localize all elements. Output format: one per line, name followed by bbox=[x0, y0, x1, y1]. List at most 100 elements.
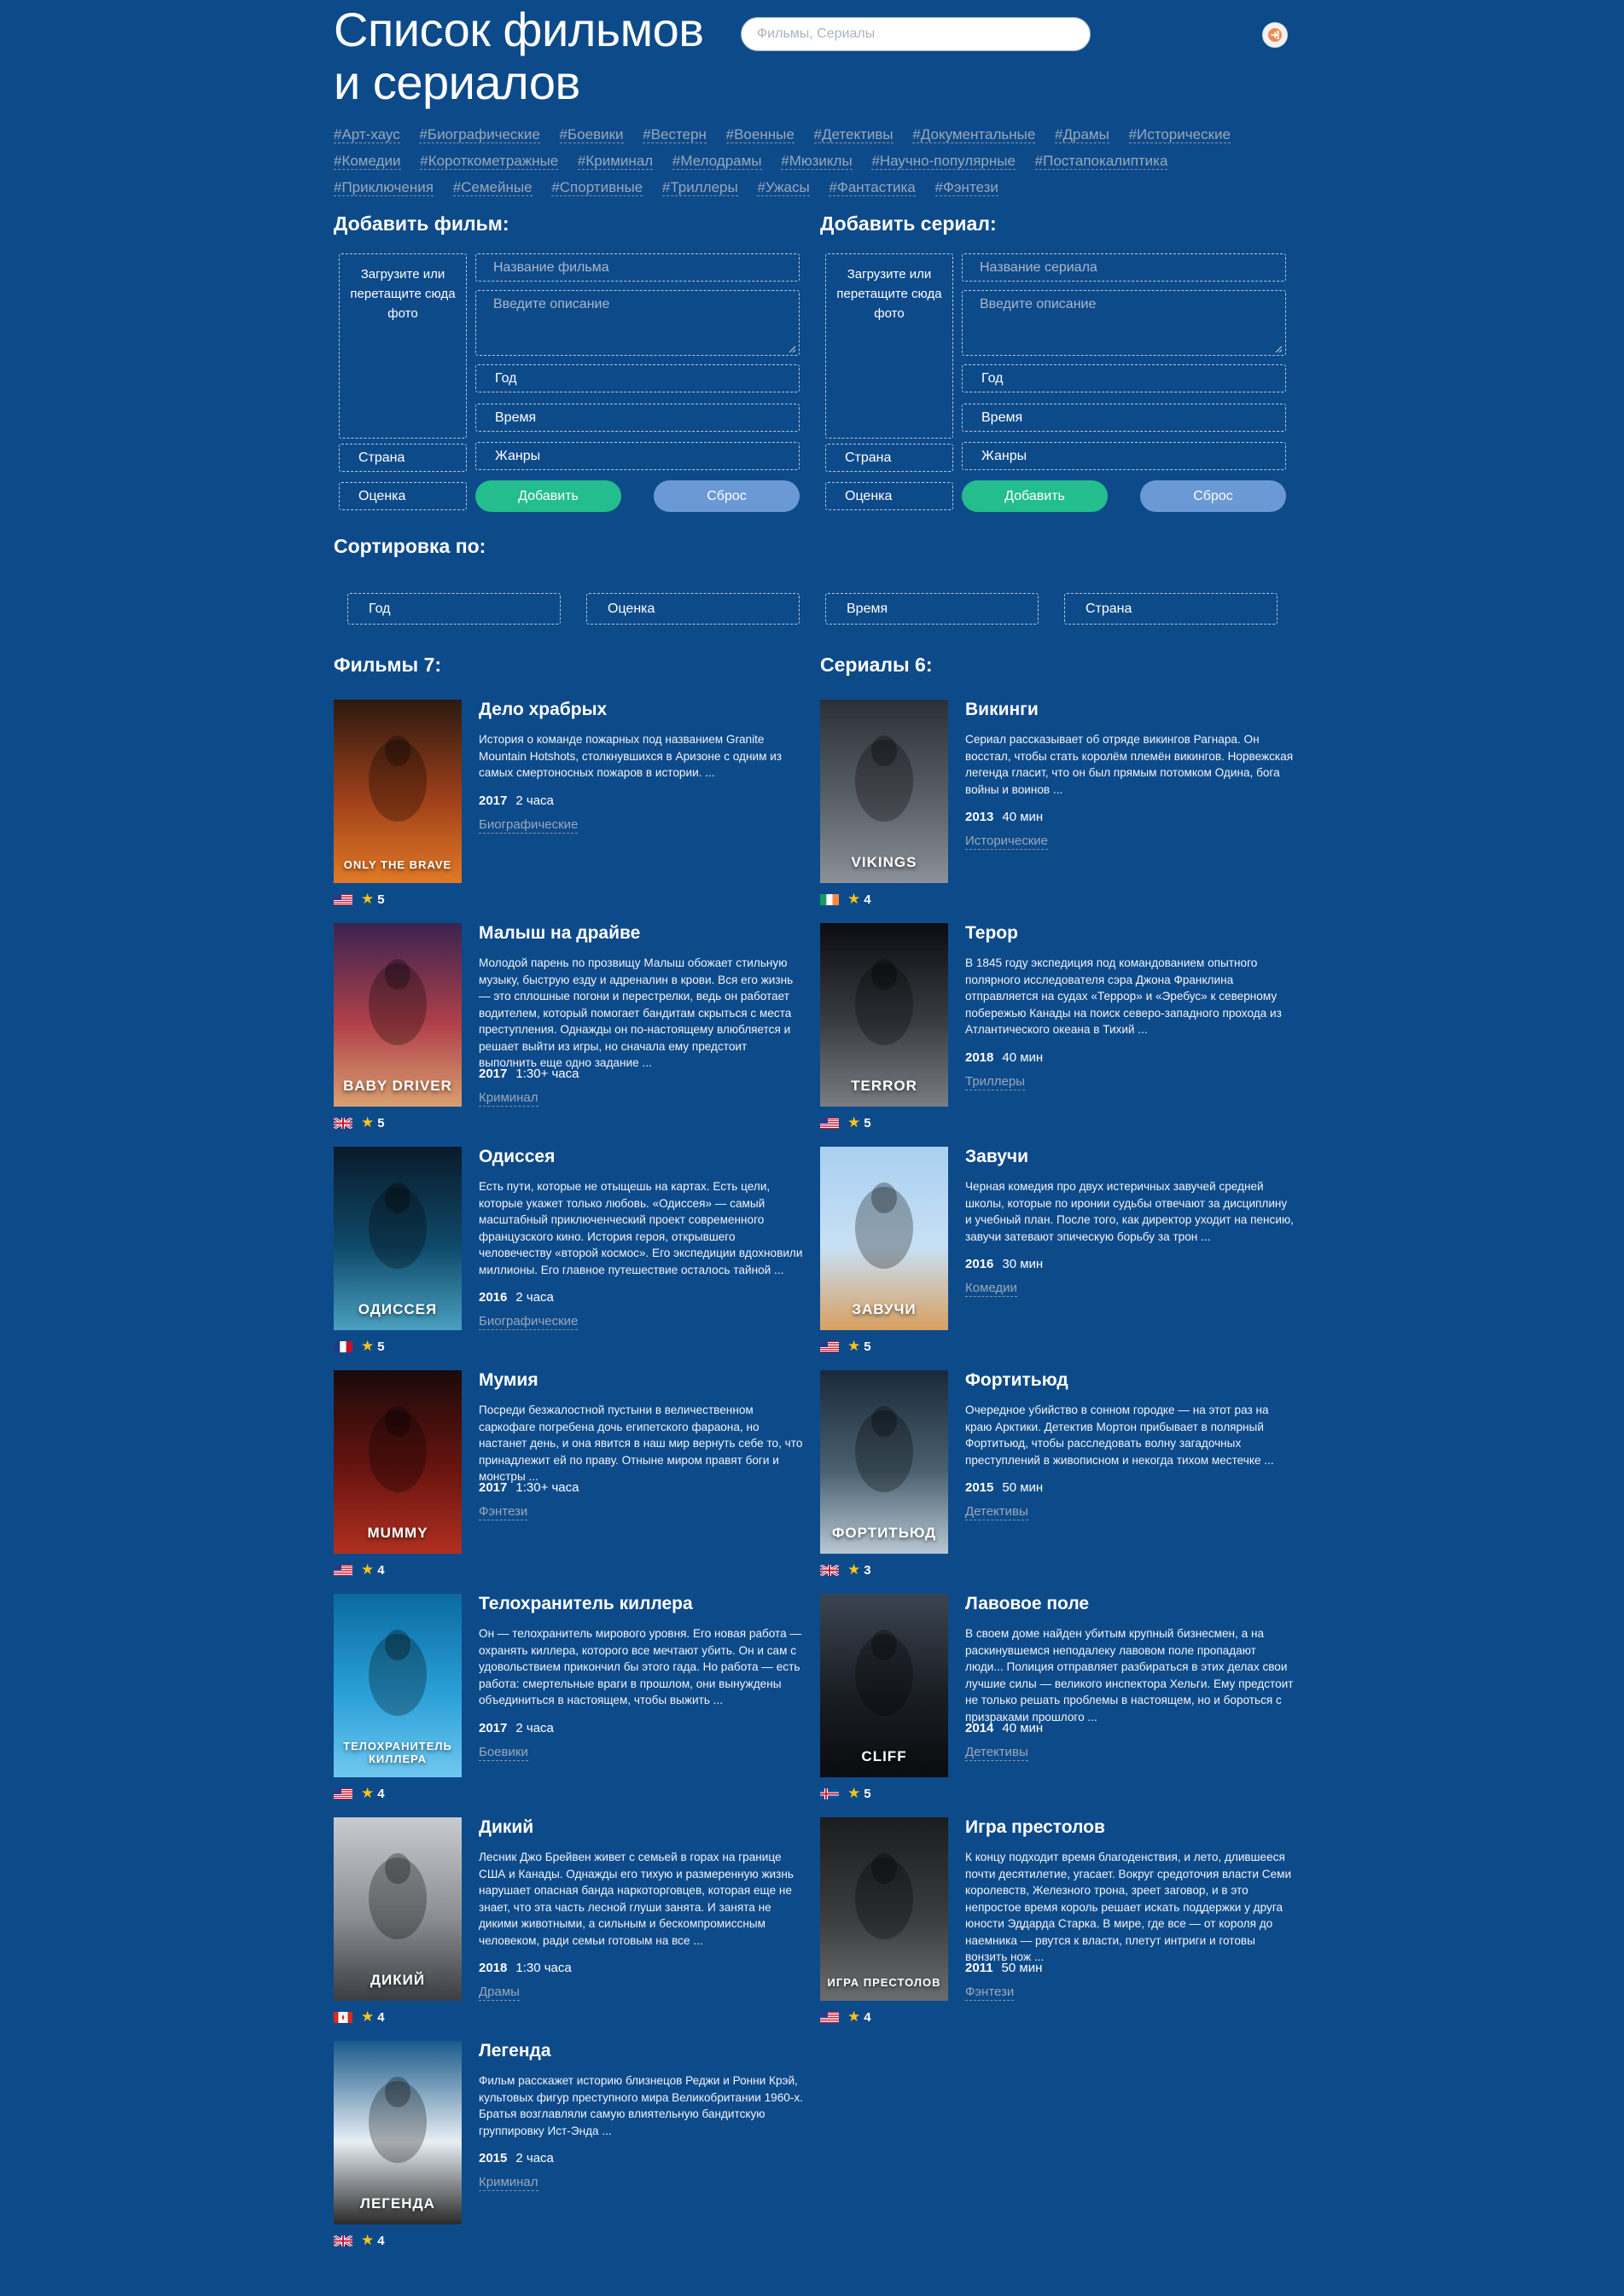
film-rating-field[interactable]: Оценка bbox=[339, 482, 467, 510]
add-series-button[interactable]: Добавить bbox=[962, 480, 1108, 512]
card-title[interactable]: Лавовое поле bbox=[965, 1594, 1089, 1614]
card-title[interactable]: Игра престолов bbox=[965, 1817, 1105, 1838]
card-genre[interactable]: Драмы bbox=[479, 1985, 520, 2001]
card-title[interactable]: Дикий bbox=[479, 1817, 533, 1838]
film-description-input[interactable] bbox=[475, 290, 800, 356]
genre-tag[interactable]: #Фэнтези bbox=[934, 179, 998, 196]
genre-tag[interactable]: #Триллеры bbox=[661, 179, 738, 196]
genre-tag[interactable]: #Биографические bbox=[419, 126, 540, 143]
resize-grip-icon[interactable] bbox=[1275, 346, 1283, 353]
film-photo-dropzone[interactable]: Загрузите или перетащите сюда фото bbox=[339, 253, 467, 439]
genre-tag[interactable]: #Короткометражные bbox=[420, 153, 559, 170]
card-title[interactable]: Терор bbox=[965, 923, 1018, 944]
genre-tag[interactable]: #Исторические bbox=[1128, 126, 1231, 143]
card-genre[interactable]: Комедии bbox=[965, 1281, 1017, 1297]
series-card[interactable]: CLIFF ★ 5 Лавовое поле В своем доме найд… bbox=[820, 1594, 1298, 1817]
poster[interactable]: ИГРА ПРЕСТОЛОВ bbox=[820, 1817, 948, 2001]
film-year-field[interactable]: Год bbox=[475, 364, 800, 392]
genre-tag[interactable]: #Приключения bbox=[334, 179, 434, 196]
card-genre[interactable]: Боевики bbox=[479, 1745, 528, 1761]
poster[interactable]: ЛЕГЕНДА bbox=[334, 2041, 462, 2224]
poster[interactable]: VIKINGS bbox=[820, 700, 948, 883]
poster[interactable]: TERROR bbox=[820, 923, 948, 1107]
sort-by-rating[interactable]: Оценка bbox=[586, 593, 800, 625]
series-rating-field[interactable]: Оценка bbox=[825, 482, 953, 510]
genre-tag[interactable]: #Драмы bbox=[1055, 126, 1109, 143]
card-genre[interactable]: Детективы bbox=[965, 1504, 1028, 1520]
genre-tag[interactable]: #Мюзиклы bbox=[781, 153, 853, 170]
poster[interactable]: ЗАВУЧИ bbox=[820, 1147, 948, 1330]
film-card[interactable]: BABY DRIVER ★ 5 Малыш на драйве Молодой … bbox=[334, 923, 812, 1147]
poster[interactable]: ТЕЛОХРАНИТЕЛЬ КИЛЛЕРА bbox=[334, 1594, 462, 1777]
card-title[interactable]: Мумия bbox=[479, 1370, 538, 1391]
card-genre[interactable]: Криминал bbox=[479, 1090, 538, 1107]
search-input[interactable] bbox=[741, 17, 1091, 51]
genre-tag[interactable]: #Комедии bbox=[334, 153, 401, 170]
series-photo-dropzone[interactable]: Загрузите или перетащите сюда фото bbox=[825, 253, 953, 439]
film-country-field[interactable]: Страна bbox=[339, 444, 467, 472]
genre-tag[interactable]: #Документальные bbox=[912, 126, 1036, 143]
series-card[interactable]: TERROR ★ 5 Терор В 1845 году экспедиция … bbox=[820, 923, 1298, 1147]
card-genre[interactable]: Детективы bbox=[965, 1745, 1028, 1761]
card-title[interactable]: Завучи bbox=[965, 1147, 1028, 1167]
poster[interactable]: CLIFF bbox=[820, 1594, 948, 1777]
series-card[interactable]: ЗАВУЧИ ★ 5 Завучи Черная комедия про дву… bbox=[820, 1147, 1298, 1370]
genre-tag[interactable]: #Мелодрамы bbox=[672, 153, 762, 170]
card-title[interactable]: Легенда bbox=[479, 2041, 551, 2061]
card-title[interactable]: Одиссея bbox=[479, 1147, 555, 1167]
film-card[interactable]: ТЕЛОХРАНИТЕЛЬ КИЛЛЕРА ★ 4 Телохранитель … bbox=[334, 1594, 812, 1817]
sort-by-country[interactable]: Страна bbox=[1064, 593, 1278, 625]
film-card[interactable]: MUMMY ★ 4 Мумия Посреди безжалостной пус… bbox=[334, 1370, 812, 1594]
card-genre[interactable]: Исторические bbox=[965, 834, 1048, 850]
series-country-field[interactable]: Страна bbox=[825, 444, 953, 472]
series-name-input[interactable] bbox=[962, 253, 1286, 282]
add-film-button[interactable]: Добавить bbox=[475, 480, 621, 512]
genre-tag[interactable]: #Военные bbox=[725, 126, 795, 143]
poster[interactable]: BABY DRIVER bbox=[334, 923, 462, 1107]
film-name-input[interactable] bbox=[475, 253, 800, 282]
card-title[interactable]: Дело храбрых bbox=[479, 700, 607, 720]
card-genre[interactable]: Фэнтези bbox=[965, 1985, 1015, 2001]
film-card[interactable]: ONLY THE BRAVE ★ 5 Дело храбрых История … bbox=[334, 700, 812, 923]
card-genre[interactable]: Фэнтези bbox=[479, 1504, 528, 1520]
series-year-field[interactable]: Год bbox=[962, 364, 1286, 392]
film-card[interactable]: ДИКИЙ ★ 4 Дикий Лесник Джо Брейвен живет… bbox=[334, 1817, 812, 2041]
poster[interactable]: ФОРТИТЬЮД bbox=[820, 1370, 948, 1554]
genre-tag[interactable]: #Фантастика bbox=[829, 179, 916, 196]
series-description-input[interactable] bbox=[962, 290, 1286, 356]
card-title[interactable]: Викинги bbox=[965, 700, 1039, 720]
genre-tag[interactable]: #Ужасы bbox=[757, 179, 810, 196]
card-genre[interactable]: Триллеры bbox=[965, 1074, 1026, 1090]
poster[interactable]: MUMMY bbox=[334, 1370, 462, 1554]
card-genre[interactable]: Биографические bbox=[479, 1314, 579, 1330]
card-title[interactable]: Телохранитель киллера bbox=[479, 1594, 693, 1614]
series-time-field[interactable]: Время bbox=[962, 404, 1286, 432]
card-title[interactable]: Малыш на драйве bbox=[479, 923, 640, 944]
card-genre[interactable]: Биографические bbox=[479, 817, 579, 834]
series-genres-field[interactable]: Жанры bbox=[962, 442, 1286, 470]
series-card[interactable]: VIKINGS ★ 4 Викинги Сериал рассказывает … bbox=[820, 700, 1298, 923]
resize-grip-icon[interactable] bbox=[789, 346, 796, 353]
genre-tag[interactable]: #Боевики bbox=[559, 126, 624, 143]
genre-tag[interactable]: #Спортивные bbox=[551, 179, 643, 196]
film-time-field[interactable]: Время bbox=[475, 404, 800, 432]
genre-tag[interactable]: #Вестерн bbox=[643, 126, 707, 143]
sort-by-time[interactable]: Время bbox=[825, 593, 1039, 625]
series-card[interactable]: ИГРА ПРЕСТОЛОВ ★ 4 Игра престолов К конц… bbox=[820, 1817, 1298, 2041]
card-title[interactable]: Фортитьюд bbox=[965, 1370, 1068, 1391]
card-genre[interactable]: Криминал bbox=[479, 2175, 538, 2191]
genre-tag[interactable]: #Криминал bbox=[577, 153, 654, 170]
poster[interactable]: ДИКИЙ bbox=[334, 1817, 462, 2001]
genre-tag[interactable]: #Научно-популярные bbox=[871, 153, 1016, 170]
genre-tag[interactable]: #Арт-хаус bbox=[334, 126, 400, 143]
genre-tag[interactable]: #Детективы bbox=[813, 126, 893, 143]
film-card[interactable]: ЛЕГЕНДА ★ 4 Легенда Фильм расскажет исто… bbox=[334, 2041, 812, 2264]
login-button[interactable] bbox=[1262, 22, 1288, 48]
film-genres-field[interactable]: Жанры bbox=[475, 442, 800, 470]
poster[interactable]: ОДИССЕЯ bbox=[334, 1147, 462, 1330]
film-card[interactable]: ОДИССЕЯ ★ 5 Одиссея Есть пути, которые н… bbox=[334, 1147, 812, 1370]
genre-tag[interactable]: #Постапокалиптика bbox=[1034, 153, 1168, 170]
reset-series-button[interactable]: Сброс bbox=[1140, 480, 1286, 512]
reset-film-button[interactable]: Сброс bbox=[654, 480, 800, 512]
poster[interactable]: ONLY THE BRAVE bbox=[334, 700, 462, 883]
